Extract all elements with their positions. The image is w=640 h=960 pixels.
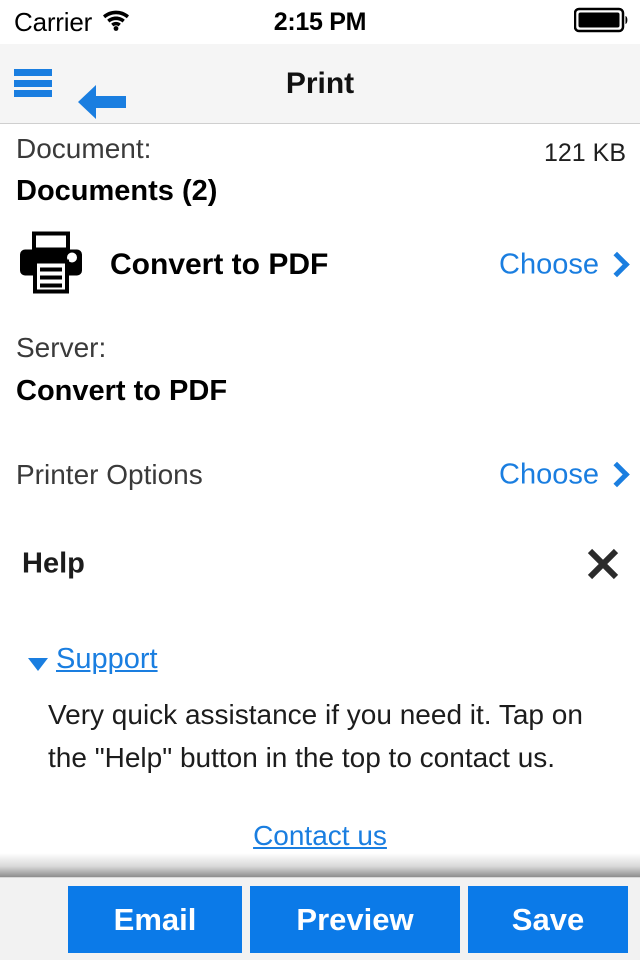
printer-options-label: Printer Options <box>16 459 203 490</box>
help-header-row: Help <box>0 535 640 593</box>
server-name: Convert to PDF <box>16 375 228 407</box>
printer-icon <box>18 231 84 299</box>
save-button[interactable]: Save <box>468 886 628 953</box>
document-name: Documents (2) <box>16 175 218 207</box>
contact-us-link[interactable]: Contact us <box>253 820 387 851</box>
chevron-right-icon <box>604 251 630 277</box>
bottom-toolbar: Email Preview Save <box>0 877 640 960</box>
clock-label: 2:15 PM <box>273 7 367 36</box>
status-bar-right <box>573 0 630 44</box>
support-disclosure-row[interactable]: Support <box>0 643 640 685</box>
status-bar-center: 2:15 PM <box>0 0 640 44</box>
close-x-icon[interactable] <box>586 547 620 581</box>
status-bar: Carrier 2:15 PM <box>0 0 640 44</box>
document-size: 121 KB <box>543 139 626 167</box>
print-settings-content: Document: 121 KB Documents (2) Convert t… <box>0 125 640 853</box>
document-label: Document: <box>16 133 152 164</box>
preview-button[interactable]: Preview <box>250 886 460 953</box>
printer-options-row[interactable]: Printer Options Choose <box>0 447 640 503</box>
battery-full-icon <box>573 7 630 38</box>
printer-row[interactable]: Convert to PDF Choose <box>0 231 640 299</box>
triangle-down-icon[interactable] <box>28 658 48 671</box>
page-title: Print <box>285 67 355 100</box>
server-label: Server: <box>16 332 107 363</box>
navigation-bar: Print <box>0 44 640 124</box>
printer-options-choose-button[interactable]: Choose <box>499 458 630 492</box>
printer-choose-button[interactable]: Choose <box>499 248 630 282</box>
email-button[interactable]: Email <box>68 886 242 953</box>
help-title: Help <box>22 547 85 580</box>
printer-choose-label: Choose <box>499 248 599 281</box>
printer-options-choose-label: Choose <box>499 458 599 491</box>
chevron-right-icon <box>604 461 630 487</box>
phone-screen: Carrier 2:15 PM Print Document: 121 KB D… <box>0 0 640 960</box>
printer-name: Convert to PDF <box>110 248 329 281</box>
contact-link-container: Contact us <box>0 820 640 852</box>
scroll-shadow-divider <box>0 853 640 877</box>
support-link[interactable]: Support <box>56 643 158 676</box>
support-description: Very quick assistance if you need it. Ta… <box>48 699 583 773</box>
